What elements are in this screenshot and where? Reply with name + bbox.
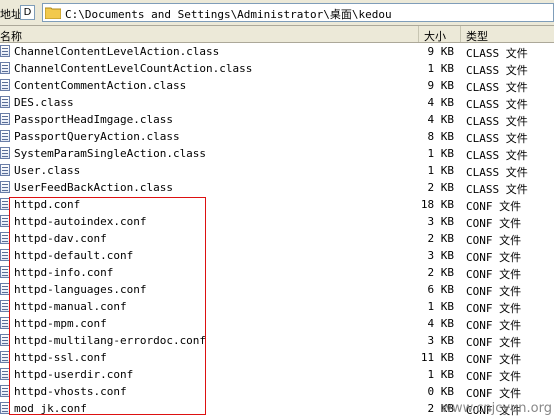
file-size: 3 KB	[427, 249, 455, 262]
file-type: CLASS 文件	[466, 132, 528, 145]
column-header-bar: 名称 大小 类型	[0, 26, 554, 43]
file-type: CLASS 文件	[466, 149, 528, 162]
file-size: 1 KB	[427, 164, 455, 177]
file-row[interactable]: SystemParamSingleAction.class 1 KB CLASS 文…	[0, 145, 554, 162]
file-row[interactable]: PassportHeadImgage.class 4 KB CLASS 文件	[0, 111, 554, 128]
file-size: 18 KB	[420, 198, 454, 211]
file-type: CONF 文件	[466, 353, 522, 366]
file-type: CONF 文件	[466, 302, 522, 315]
file-name: DES.class	[14, 96, 74, 109]
file-type: CONF 文件	[466, 234, 522, 247]
column-header-type[interactable]: 类型	[466, 28, 488, 44]
address-label: 地址	[0, 8, 22, 21]
watermark: www.cnjcyun.org	[441, 401, 552, 416]
file-size: 8 KB	[427, 130, 455, 143]
file-row[interactable]: User.class 1 KB CLASS 文件	[0, 162, 554, 179]
file-size: 2 KB	[427, 232, 455, 245]
file-type: CONF 文件	[466, 200, 522, 213]
file-icon	[0, 164, 10, 176]
file-name: ContentCommentAction.class	[14, 79, 187, 92]
file-type: CLASS 文件	[466, 47, 528, 60]
file-type: CLASS 文件	[466, 183, 528, 196]
file-size: 1 KB	[427, 62, 455, 75]
address-accel-key: D	[20, 5, 35, 20]
address-bar: 地址 D C:\Documents and Settings\Administr…	[0, 0, 554, 26]
file-size: 2 KB	[427, 181, 455, 194]
file-size: 9 KB	[427, 79, 455, 92]
file-size: 1 KB	[427, 300, 455, 313]
file-type: CONF 文件	[466, 285, 522, 298]
file-type: CONF 文件	[466, 370, 522, 383]
file-icon	[0, 147, 10, 159]
file-size: 3 KB	[427, 215, 455, 228]
file-row[interactable]: ContentCommentAction.class 9 KB CLASS 文件	[0, 77, 554, 94]
file-size: 3 KB	[427, 334, 455, 347]
file-type: CONF 文件	[466, 387, 522, 400]
file-row[interactable]: PassportQueryAction.class 8 KB CLASS 文件	[0, 128, 554, 145]
file-name: ChannelContentLevelAction.class	[14, 45, 220, 58]
column-separator[interactable]	[460, 26, 461, 42]
address-path: C:\Documents and Settings\Administrator\…	[65, 8, 392, 21]
file-type: CONF 文件	[466, 268, 522, 281]
file-size: 4 KB	[427, 96, 455, 109]
file-type: CONF 文件	[466, 336, 522, 349]
file-row[interactable]: DES.class 4 KB CLASS 文件	[0, 94, 554, 111]
highlight-box	[9, 197, 206, 415]
file-type: CONF 文件	[466, 319, 522, 332]
file-type: CLASS 文件	[466, 98, 528, 111]
file-size: 6 KB	[427, 283, 455, 296]
file-size: 4 KB	[427, 317, 455, 330]
column-separator[interactable]	[418, 26, 419, 42]
file-size: 1 KB	[427, 147, 455, 160]
file-icon	[0, 181, 10, 193]
file-icon	[0, 45, 10, 57]
file-size: 9 KB	[427, 45, 455, 58]
file-type: CLASS 文件	[466, 81, 528, 94]
file-name: PassportQueryAction.class	[14, 130, 180, 143]
file-type: CLASS 文件	[466, 64, 528, 77]
file-row[interactable]: ChannelContentLevelCountAction.class 1 KB…	[0, 60, 554, 77]
file-name: PassportHeadImgage.class	[14, 113, 173, 126]
file-icon	[0, 130, 10, 142]
file-name: User.class	[14, 164, 81, 177]
file-size: 4 KB	[427, 113, 455, 126]
file-icon	[0, 96, 10, 108]
address-input[interactable]: C:\Documents and Settings\Administrator\…	[42, 3, 554, 22]
file-row[interactable]: UserFeedBackAction.class 2 KB CLASS 文件	[0, 179, 554, 196]
file-size: 1 KB	[427, 368, 455, 381]
file-name: ChannelContentLevelCountAction.class	[14, 62, 253, 75]
file-size: 11 KB	[420, 351, 454, 364]
file-type: CLASS 文件	[466, 115, 528, 128]
file-name: SystemParamSingleAction.class	[14, 147, 207, 160]
column-header-name[interactable]: 名称	[0, 28, 22, 44]
file-size: 2 KB	[427, 266, 455, 279]
file-type: CONF 文件	[466, 251, 522, 264]
file-icon	[0, 113, 10, 125]
file-icon	[0, 62, 10, 74]
folder-icon	[45, 7, 61, 19]
file-icon	[0, 79, 10, 91]
file-name: UserFeedBackAction.class	[14, 181, 173, 194]
file-size: 0 KB	[427, 385, 455, 398]
file-type: CLASS 文件	[466, 166, 528, 179]
file-type: CONF 文件	[466, 217, 522, 230]
file-row[interactable]: ChannelContentLevelAction.class 9 KB CLASS…	[0, 43, 554, 60]
column-header-size[interactable]: 大小	[424, 28, 446, 44]
